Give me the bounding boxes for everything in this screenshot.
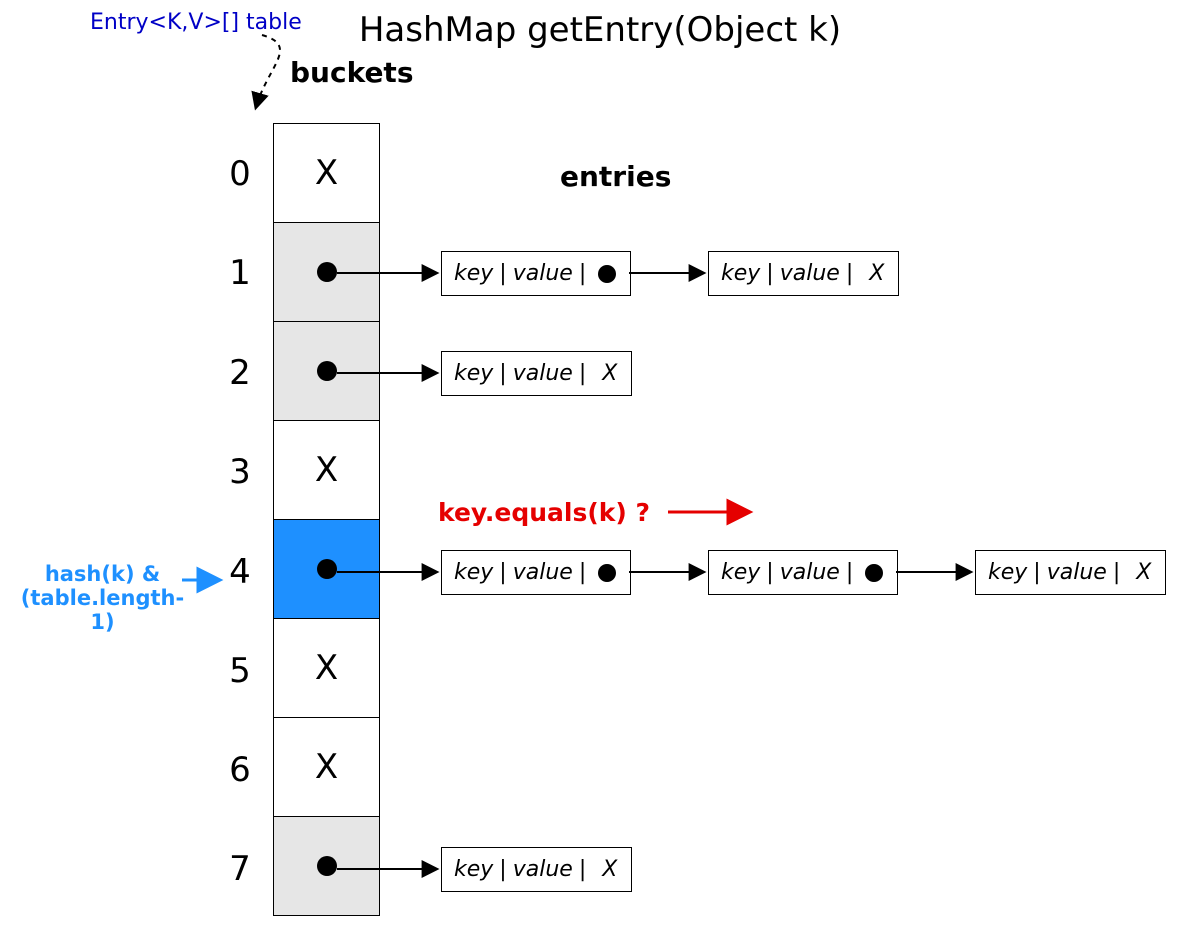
bucket-cell (273, 222, 380, 322)
bucket-index: 7 (220, 849, 260, 889)
entry-table-label: Entry<K,V>[] table (90, 10, 302, 35)
bucket-index: 4 (220, 552, 260, 592)
dot-icon (317, 559, 337, 579)
dot-icon (598, 265, 616, 283)
buckets-label: buckets (290, 56, 413, 89)
key-equals-label: key.equals(k) ? (438, 498, 650, 527)
bucket-index: 3 (220, 452, 260, 492)
dot-icon (317, 262, 337, 282)
bucket-column: X X X X (273, 124, 380, 916)
entries-label: entries (560, 160, 671, 193)
bucket-cell: X (273, 717, 380, 817)
bucket-cell: X (273, 618, 380, 718)
bucket-cell: X (273, 420, 380, 520)
entry-node: key|value|X (441, 351, 632, 396)
entry-node: key|value| (441, 251, 631, 296)
bucket-index: 1 (220, 253, 260, 293)
dot-icon (598, 564, 616, 582)
bucket-index: 6 (220, 750, 260, 790)
bucket-cell (273, 321, 380, 421)
arrow-overlay (0, 0, 1200, 947)
dot-icon (317, 856, 337, 876)
hash-formula-label: hash(k) & (table.length-1) (20, 562, 185, 634)
entry-node: key|value| (441, 550, 631, 595)
entry-node: key|value|X (441, 847, 632, 892)
bucket-index: 2 (220, 353, 260, 393)
bucket-index: 5 (220, 651, 260, 691)
dot-icon (865, 564, 883, 582)
entry-node: key|value|X (975, 550, 1166, 595)
bucket-index: 0 (220, 154, 260, 194)
entry-node: key|value| (708, 550, 898, 595)
bucket-cell-highlighted (273, 519, 380, 619)
bucket-cell: X (273, 123, 380, 223)
entry-node: key|value|X (708, 251, 899, 296)
dot-icon (317, 361, 337, 381)
bucket-cell (273, 816, 380, 916)
